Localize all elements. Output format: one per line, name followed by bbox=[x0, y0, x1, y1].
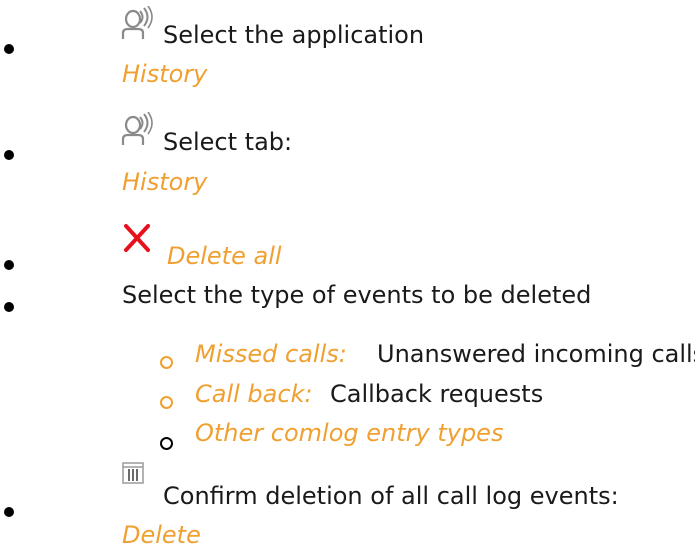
option-marker bbox=[160, 356, 173, 369]
step-5-text: Confirm deletion of all call log events: bbox=[163, 482, 619, 510]
option-marker bbox=[160, 396, 173, 409]
user-radio-icon bbox=[121, 112, 153, 145]
step-1-link[interactable]: History bbox=[122, 60, 207, 88]
bullet bbox=[4, 150, 14, 160]
trash-grid-icon bbox=[122, 462, 144, 484]
step-2-text: Select tab: bbox=[163, 128, 293, 156]
option-label-call-back[interactable]: Call back: bbox=[195, 380, 313, 408]
bullet bbox=[4, 302, 14, 312]
delete-link[interactable]: Delete bbox=[122, 521, 201, 549]
option-label-other[interactable]: Other comlog entry types bbox=[195, 419, 503, 447]
step-1-text: Select the application bbox=[163, 21, 425, 49]
delete-all-link[interactable]: Delete all bbox=[167, 242, 282, 270]
step-4-text: Select the type of events to be deleted bbox=[122, 281, 592, 309]
bullet bbox=[4, 260, 14, 270]
option-label-missed-calls[interactable]: Missed calls: bbox=[195, 340, 347, 368]
option-desc-missed-calls: Unanswered incoming calls bbox=[377, 340, 695, 368]
close-x-icon bbox=[124, 224, 150, 252]
option-desc-call-back: Callback requests bbox=[330, 380, 544, 408]
bullet bbox=[4, 507, 14, 517]
option-marker bbox=[160, 437, 173, 450]
user-radio-icon bbox=[121, 6, 153, 39]
step-2-link[interactable]: History bbox=[122, 168, 207, 196]
bullet bbox=[4, 44, 14, 54]
